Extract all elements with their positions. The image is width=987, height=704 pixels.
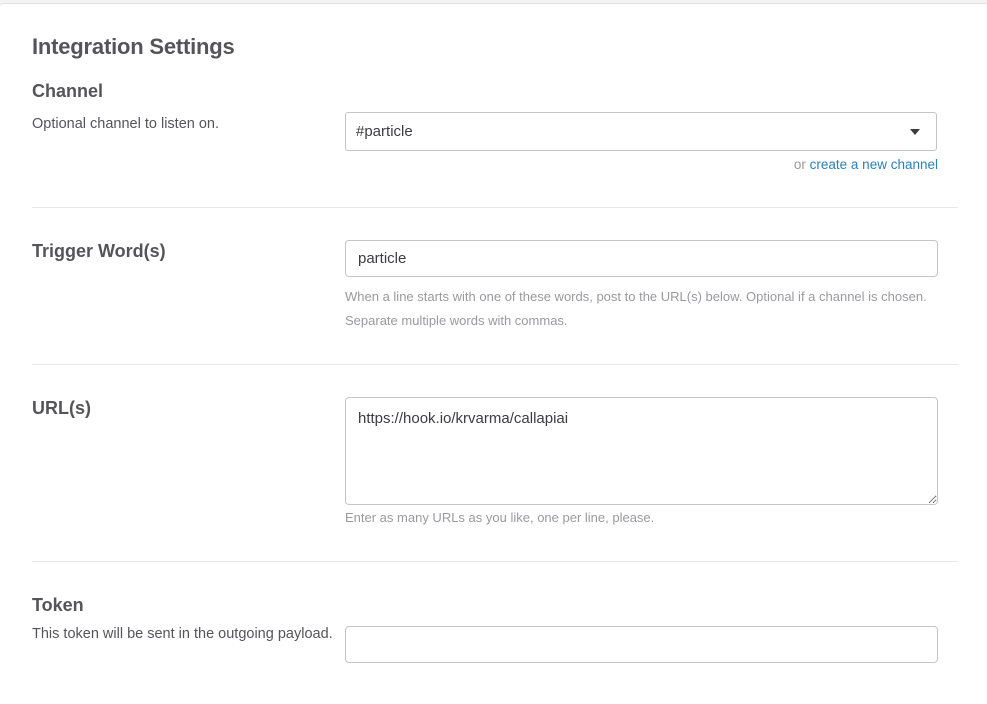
create-channel-link[interactable]: create a new channel	[810, 157, 938, 172]
caret-down-icon	[910, 128, 920, 135]
channel-select-value: #particle	[356, 123, 413, 140]
channel-hint-prefix: or	[793, 157, 810, 172]
token-input[interactable]	[345, 626, 938, 663]
section-divider	[32, 561, 958, 562]
channel-select[interactable]: #particle	[345, 112, 937, 151]
urls-textarea[interactable]: https://hook.io/krvarma/callapiai	[345, 397, 938, 505]
token-label: Token	[32, 595, 84, 615]
channel-description: Optional channel to listen on.	[32, 116, 220, 132]
channel-hint: or create a new channel	[794, 157, 938, 172]
settings-card	[0, 3, 987, 704]
trigger-input[interactable]	[345, 240, 938, 277]
section-divider	[32, 207, 958, 208]
trigger-help: When a line starts with one of these wor…	[345, 289, 927, 328]
trigger-label: Trigger Word(s)	[32, 241, 166, 261]
urls-label: URL(s)	[32, 398, 91, 418]
urls-help: Enter as many URLs as you like, one per …	[345, 510, 655, 525]
channel-label: Channel	[32, 81, 104, 101]
page-title: Integration Settings	[32, 34, 235, 59]
token-description: This token will be sent in the outgoing …	[32, 626, 333, 642]
section-divider	[32, 364, 958, 365]
